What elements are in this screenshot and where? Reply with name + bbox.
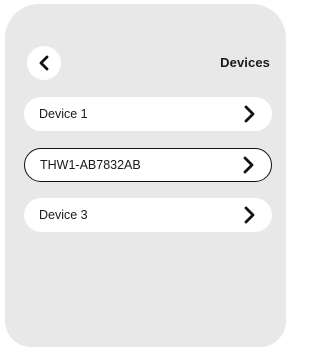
chevron-right-icon [241,156,255,174]
back-button[interactable] [27,46,61,80]
page-title: Devices [220,55,270,70]
device-row-3[interactable]: Device 3 [24,198,272,232]
device-label: Device 3 [39,208,88,222]
device-row-1[interactable]: Device 1 [24,97,272,131]
chevron-right-icon [242,206,256,224]
chevron-right-icon [242,105,256,123]
device-label: THW1-AB7832AB [40,158,141,172]
devices-panel: Devices Device 1 THW1-AB7832AB Device 3 [5,4,286,347]
device-label: Device 1 [39,107,88,121]
device-row-2[interactable]: THW1-AB7832AB [24,148,272,182]
chevron-left-icon [39,55,49,71]
